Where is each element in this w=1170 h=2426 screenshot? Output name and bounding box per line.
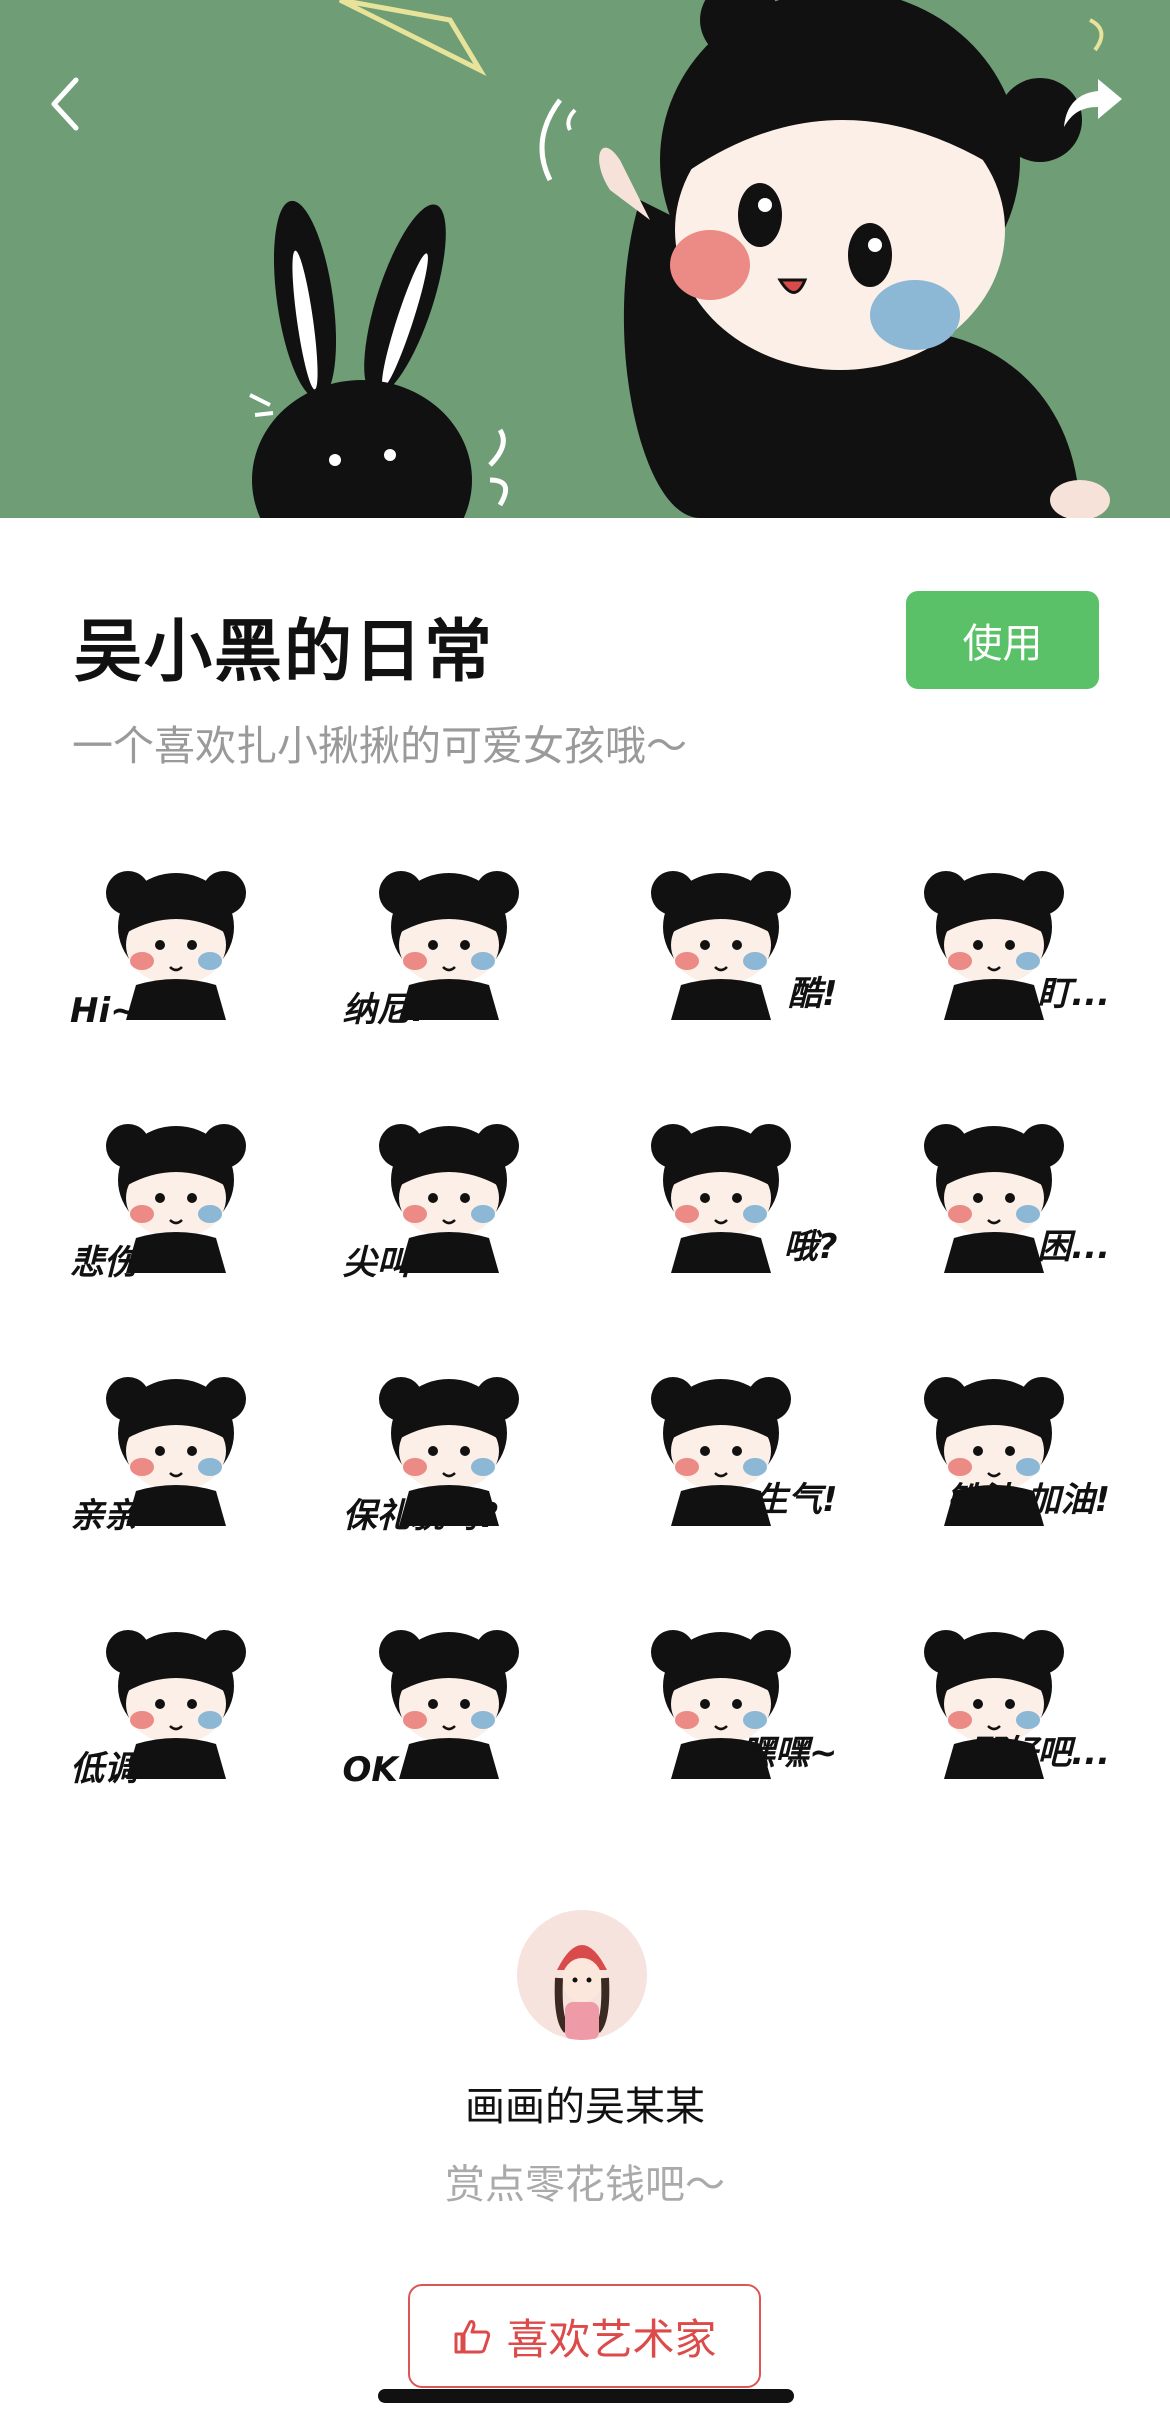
sticker-caption: 亲亲~ (70, 1496, 167, 1536)
sticker-item[interactable]: 纳尼! (313, 818, 586, 1071)
sticker-item[interactable]: 哦? (585, 1071, 858, 1324)
pack-description: 一个喜欢扎小揪揪的可爱女孩哦～ (72, 722, 687, 770)
like-artist-button[interactable]: 喜欢艺术家 (408, 2284, 761, 2388)
sticker-item[interactable]: 生气! (585, 1324, 858, 1577)
sticker-item[interactable]: Hi~ (40, 818, 313, 1071)
banner (0, 0, 1170, 518)
sticker-item[interactable]: 嘿嘿~ (585, 1577, 858, 1830)
sticker-caption: 低调 (70, 1749, 138, 1789)
sticker-caption: OK (342, 1750, 398, 1790)
artist-name: 画画的吴某某 (465, 2084, 705, 2130)
sticker-item[interactable]: 酷! (585, 818, 858, 1071)
sticker-caption: 困... (1037, 1227, 1110, 1267)
home-indicator[interactable] (378, 2389, 794, 2403)
sticker-caption: 尖叫 (342, 1243, 411, 1283)
sticker-item[interactable]: 保礼貌吗? (313, 1324, 586, 1577)
sticker-caption: 盯... (1037, 974, 1110, 1014)
sticker-item[interactable]: 低调 (40, 1577, 313, 1830)
sticker-caption: 纳尼! (342, 990, 427, 1030)
sticker-caption: 酷! (787, 974, 838, 1014)
sticker-item[interactable]: 悲伤 (40, 1071, 313, 1324)
sticker-caption: Hi~ (70, 991, 139, 1031)
sticker-caption: 哦? (783, 1227, 838, 1267)
artist-avatar[interactable] (517, 1910, 647, 2040)
sticker-caption: 嘿嘿~ (741, 1733, 838, 1773)
sticker-caption: 那好吧... (969, 1733, 1110, 1773)
use-button[interactable]: 使用 (906, 591, 1099, 689)
sticker-caption: 保礼貌吗? (342, 1496, 499, 1536)
artist-avatar-image (517, 1910, 647, 2040)
sticker-item[interactable]: 尖叫 (313, 1071, 586, 1324)
sticker-caption: 生气! (753, 1480, 838, 1520)
share-arrow-icon (1064, 79, 1122, 127)
sticker-item[interactable]: 那好吧... (858, 1577, 1131, 1830)
back-button[interactable] (36, 64, 96, 144)
sticker-item[interactable]: 亲亲~ (40, 1324, 313, 1577)
pack-title: 吴小黑的日常 (74, 613, 495, 692)
thumbs-up-icon (454, 2320, 491, 2354)
chevron-left-icon (51, 77, 79, 131)
sticker-item[interactable]: 铁汁 加油! (858, 1324, 1131, 1577)
sticker-caption: 铁汁 加油! (946, 1480, 1110, 1520)
sticker-item[interactable]: OK (313, 1577, 586, 1830)
like-artist-label: 喜欢艺术家 (506, 2314, 717, 2364)
banner-illustration (0, 0, 1170, 518)
sticker-item[interactable]: 盯... (858, 818, 1131, 1071)
sticker-grid: Hi~ 纳尼! 酷! 盯... 悲伤 尖叫 哦? 困... 亲亲~ 保礼貌吗? 生气! 铁汁 加油! 低… (40, 818, 1130, 1830)
sticker-caption: 悲伤 (70, 1243, 138, 1283)
sticker-item[interactable]: 困... (858, 1071, 1131, 1324)
share-button[interactable] (1056, 66, 1130, 140)
tip-prompt: 赏点零花钱吧～ (445, 2162, 725, 2208)
